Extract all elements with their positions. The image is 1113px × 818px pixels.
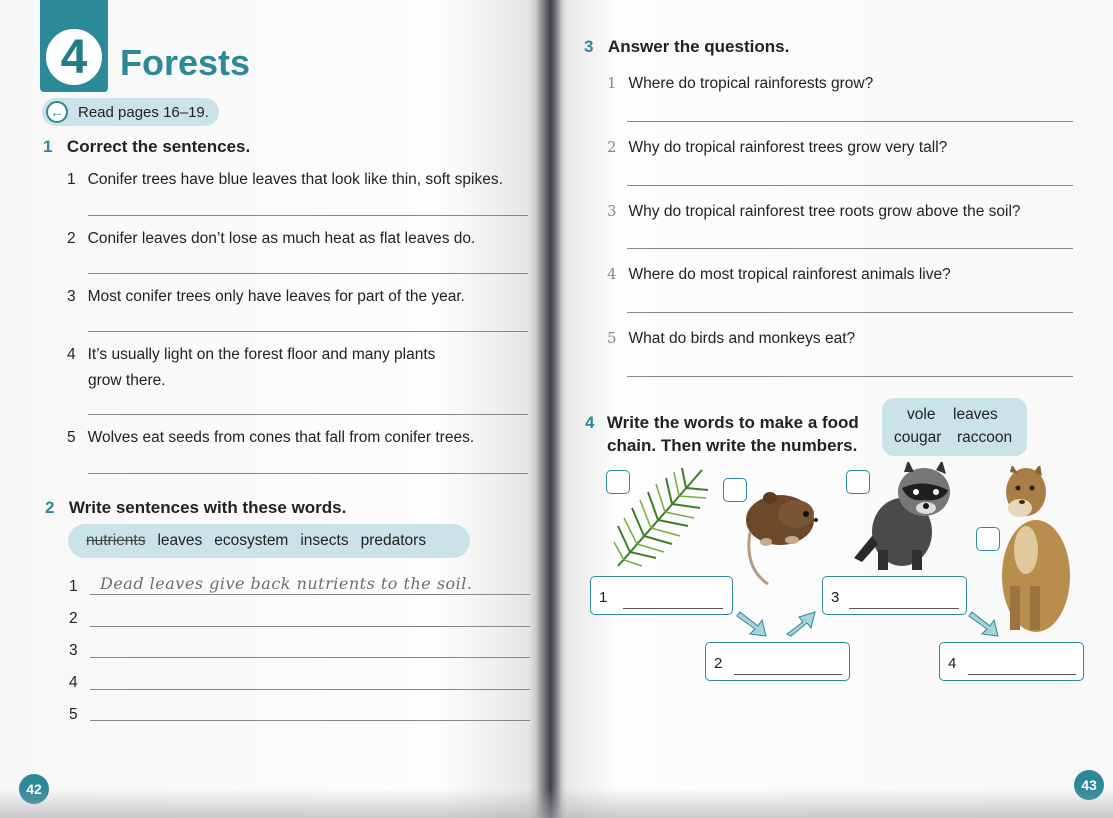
line-number: 4 [69,674,78,691]
exercise-2-heading: 2 Write sentences with these words. [45,498,346,518]
word-item: vole [907,406,936,423]
arrow-down-right-icon [968,611,999,637]
answer-line[interactable] [90,720,530,721]
answer-blank [623,608,723,609]
exercise-title: Correct the sentences. [66,137,251,156]
exercise-3-heading: 3 Answer the questions. [584,37,789,57]
vole-illustration [746,492,818,586]
word-item: ecosystem [214,532,289,549]
question-2: 2 Why do tropical rainforest trees grow v… [607,138,948,156]
exercise-title: Write sentences with these words. [68,498,347,517]
line-number: 2 [69,610,78,627]
line-number: 3 [69,642,78,659]
exercise-number: 2 [45,498,55,517]
word-item: raccoon [957,429,1013,446]
answer-line[interactable] [627,376,1073,377]
answer-box-4[interactable]: 4 [939,642,1084,681]
answer-line[interactable] [88,414,528,415]
answer-line[interactable] [90,657,530,658]
answer-box-2[interactable]: 2 [705,642,850,681]
sentence-1: 1 Conifer trees have blue leaves that loo… [67,171,503,188]
question-5: 5 What do birds and monkeys eat? [607,329,856,347]
answer-line[interactable] [627,248,1073,249]
sentence-3: 3 Most conifer trees only have leaves for… [67,288,465,305]
answer-blank [849,608,959,609]
answer-blank [968,674,1076,675]
sentence-4: 4 It’s usually light on the forest floor … [67,346,436,363]
chapter-number: 4 [43,26,105,88]
exercise-1-heading: 1 Correct the sentences. [43,137,250,157]
exercise-title: Write the words to make a food [606,413,859,432]
chapter-title: Forests [120,42,251,83]
read-pages-text: Read pages 16–19. [78,103,209,121]
box-number: 2 [714,655,723,672]
answer-line[interactable] [88,473,528,474]
answer-line[interactable] [88,273,528,274]
answer-blank [734,674,842,675]
answer-line[interactable] [627,312,1073,313]
word-item: predators [360,532,427,549]
exercise-title-line2: chain. Then write the numbers. [607,436,858,455]
arrow-up-right-icon [786,611,816,637]
leaves-illustration [613,467,709,567]
exercise-number: 4 [585,413,595,432]
answer-box-1[interactable]: 1 [590,576,733,615]
exercise-4-heading: 4 Write the words to make a food chain. … [585,412,859,458]
sentence-2: 2 Conifer leaves don’t lose as much heat … [67,230,476,247]
handwritten-answer: Dead leaves give back nutrients to the s… [100,574,473,593]
word-item: leaves [953,406,998,423]
answer-line[interactable] [627,185,1073,186]
answer-line[interactable] [627,121,1073,122]
exercise-number: 1 [43,137,53,156]
word-bank: nutrients leaves ecosystem insects preda… [68,524,470,558]
question-3: 3 Why do tropical rainforest tree roots g… [607,202,1021,220]
arrow-down-right-icon [736,611,767,637]
read-pages-badge: ← Read pages 16–19. [42,98,219,126]
word-bank: vole leaves cougar raccoon [882,398,1027,456]
line-number: 1 [69,578,78,595]
sentence-4-line2: grow there. [88,372,166,389]
question-4: 4 Where do most tropical rainforest anima… [607,265,951,283]
book-spine [536,0,562,818]
answer-line[interactable] [90,626,530,627]
answer-line[interactable] [88,215,528,216]
raccoon-illustration [854,462,950,570]
word-item: insects [300,532,349,549]
box-number: 1 [599,589,608,606]
box-number: 3 [831,589,840,606]
answer-box-3[interactable]: 3 [822,576,967,615]
arrow-left-icon: ← [46,101,68,123]
right-page [550,0,1113,818]
exercise-title: Answer the questions. [607,37,790,56]
word-item: nutrients [86,532,146,549]
line-number: 5 [69,706,78,723]
sentence-5: 5 Wolves eat seeds from cones that fall f… [67,429,475,446]
cougar-illustration [1002,466,1070,632]
box-number: 4 [948,655,957,672]
word-item: cougar [894,429,942,446]
question-1: 1 Where do tropical rainforests grow? [607,74,874,92]
word-item: leaves [157,532,203,549]
answer-line[interactable] [90,689,530,690]
answer-line[interactable] [90,594,530,595]
answer-line[interactable] [88,331,528,332]
page-bottom-shadow [0,788,1113,818]
exercise-number: 3 [584,37,594,56]
